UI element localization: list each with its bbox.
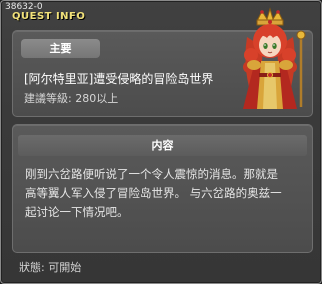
quest-content-panel: 内容 刚到六岔路便听说了一个令人震惊的消息。那就是 高等翼人军入侵了冒险岛世界。… [12,124,313,253]
quest-info-window: 38632-0 QUEST INFO 主要 [阿尔特里亚]遭受侵略的冒险岛世界 … [0,0,322,284]
content-line: 高等翼人军入侵了冒险岛世界。 与六岔路的奥兹一 [25,186,282,200]
content-header: 内容 [18,135,307,156]
quest-status: 狀態: 可開始 [19,261,82,274]
crown-icon [256,7,284,26]
quest-title: [阿尔特里亚]遭受侵略的冒险岛世界 [24,72,214,86]
content-line: 刚到六岔路便听说了一个令人震惊的消息。那就是 [25,167,278,181]
recommended-level: 建議等級: 280以上 [24,92,119,105]
content-line: 起讨论一下情况吧。 [25,205,129,219]
npc-portrait [243,7,306,109]
quest-type-badge: 主要 [21,39,100,58]
content-text: 刚到六岔路便听说了一个令人震惊的消息。那就是 高等翼人军入侵了冒险岛世界。 与六… [25,165,305,222]
window-title: QUEST INFO [12,11,86,22]
